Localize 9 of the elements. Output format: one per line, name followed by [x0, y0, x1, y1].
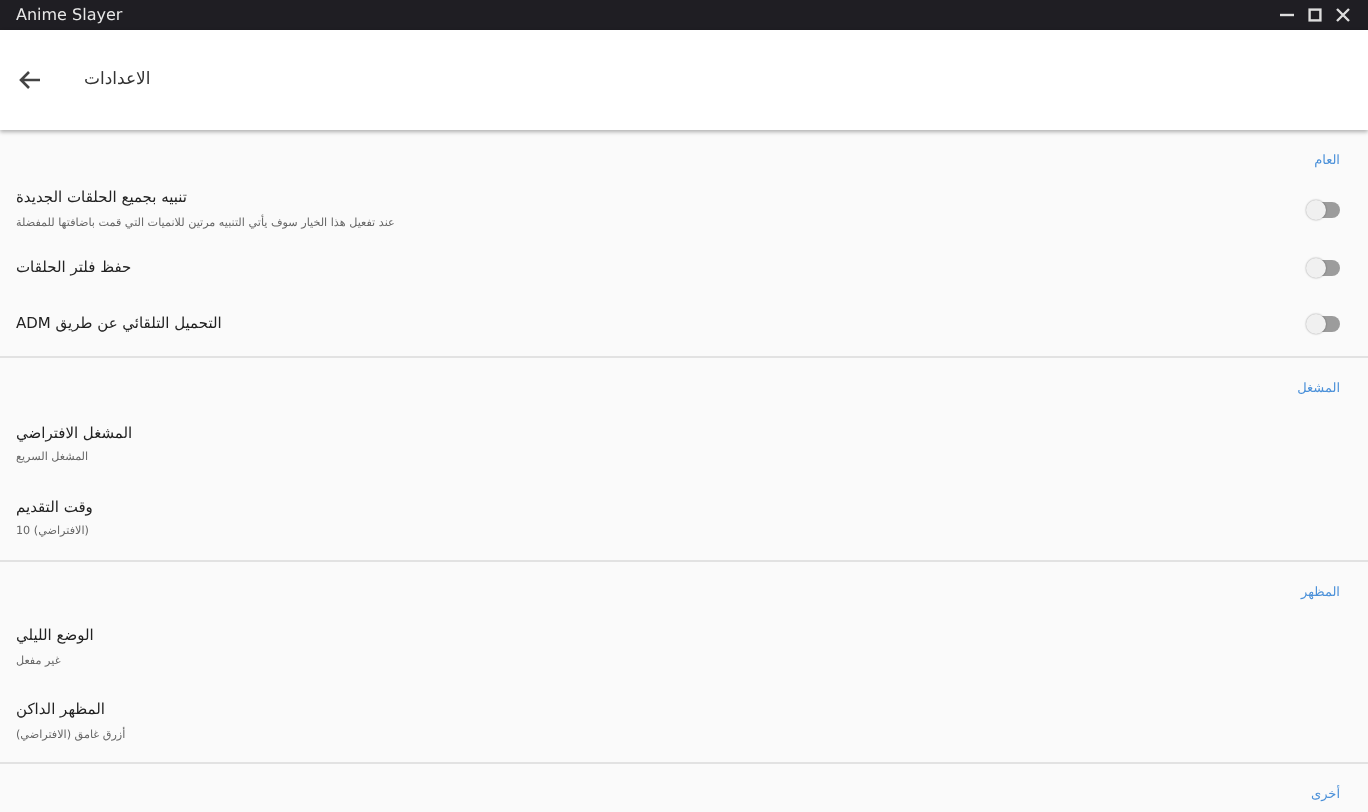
back-icon[interactable] [16, 66, 44, 94]
toggle-switch[interactable] [1312, 315, 1340, 332]
maximize-icon[interactable] [1307, 8, 1321, 22]
toggle-switch[interactable] [1312, 201, 1340, 218]
minimize-icon[interactable] [1279, 8, 1293, 22]
close-icon[interactable] [1335, 8, 1349, 22]
toggle-switch[interactable] [1312, 259, 1340, 276]
window-title: Anime Slayer [16, 3, 123, 27]
page-title: الاعدادات [84, 67, 151, 93]
